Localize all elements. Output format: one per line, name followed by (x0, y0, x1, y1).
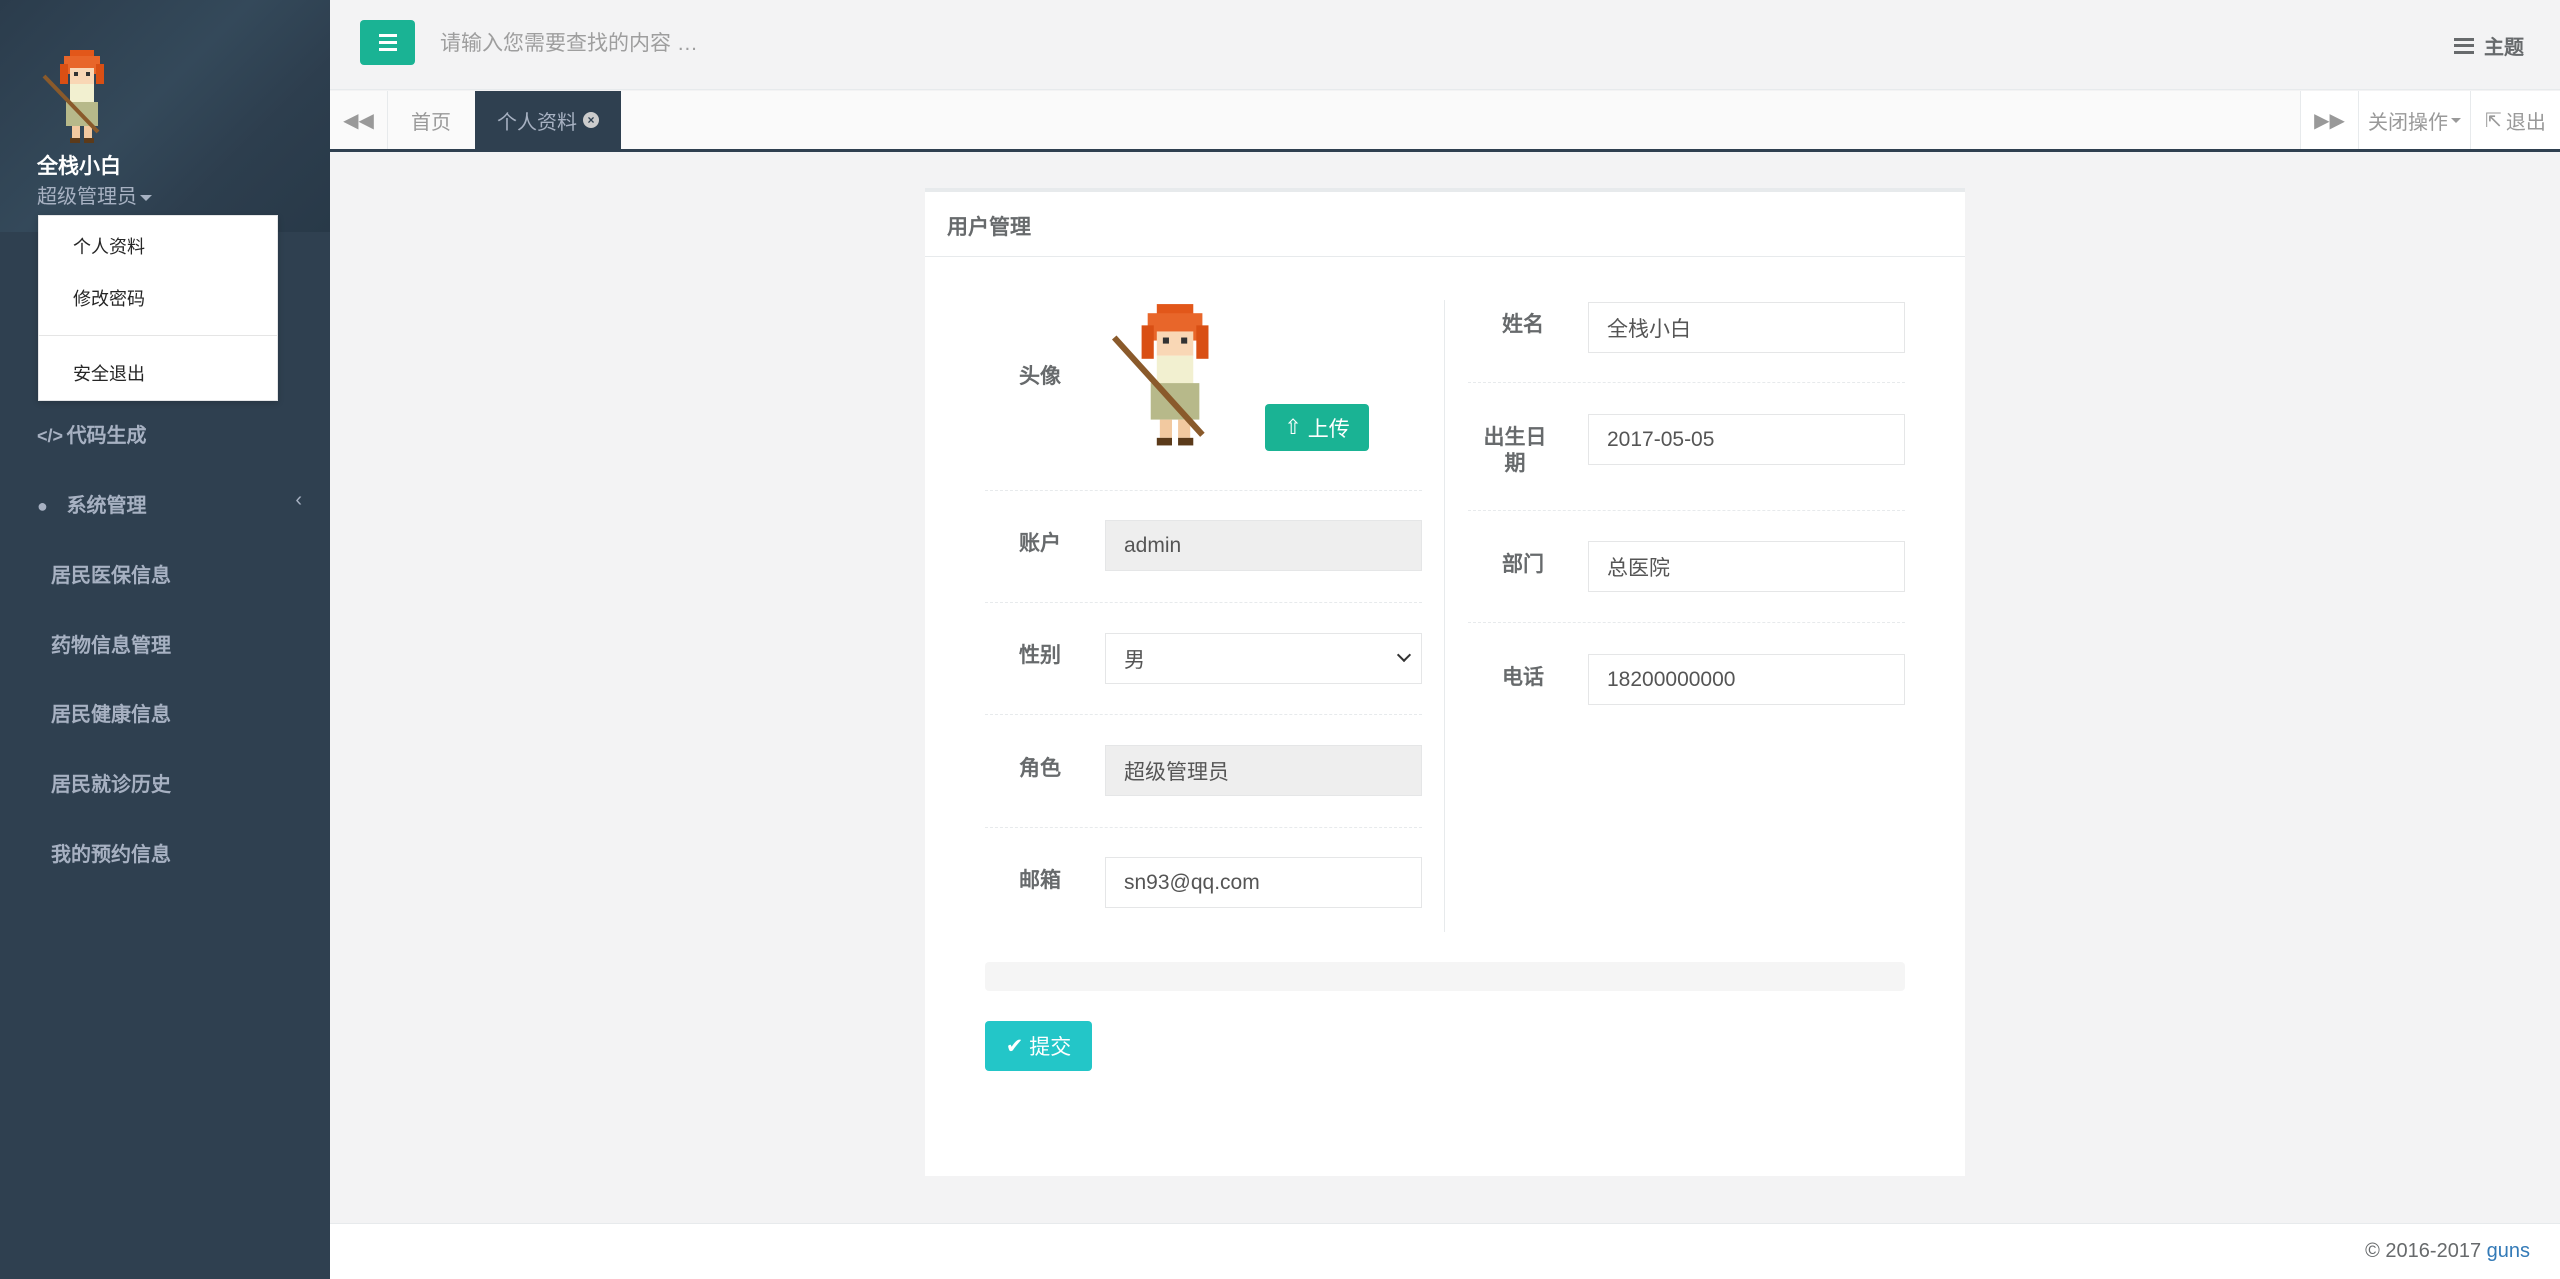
nav-item-codegen-label: 代码生成 (66, 425, 147, 447)
email-label: 邮箱 (1019, 869, 1061, 892)
sidebar-item-visit-history[interactable]: 居民就诊历史 (51, 768, 171, 797)
upload-progress-bar (985, 962, 1905, 991)
backward-icon: ◀◀ (343, 109, 374, 132)
theme-label: 主题 (2484, 37, 2524, 59)
user-icon: ● (37, 496, 48, 516)
chevron-down-icon (1396, 647, 1412, 663)
role-label: 角色 (1019, 757, 1061, 780)
gender-select[interactable]: 男 (1105, 633, 1422, 684)
close-operations-dropdown[interactable]: 关闭操作 (2358, 91, 2470, 149)
avatar-label: 头像 (1019, 365, 1061, 388)
sidebar-item-appointments[interactable]: 我的预约信息 (51, 838, 171, 867)
dropdown-item-profile[interactable]: 个人资料 (73, 233, 145, 259)
tab-home[interactable]: 首页 (389, 91, 473, 149)
nav-item-system-label: 系统管理 (66, 495, 147, 517)
name-label: 姓名 (1502, 313, 1544, 336)
birth-date-field[interactable]: 2017-05-05 (1588, 414, 1905, 465)
birth-label: 出生日期 (1483, 426, 1547, 475)
submit-button[interactable]: ✔ 提交 (985, 1021, 1092, 1071)
email-field[interactable]: sn93@qq.com (1105, 857, 1422, 908)
tab-scroll-right-button[interactable]: ▶▶ (2300, 91, 2358, 149)
check-icon: ✔ (1005, 1034, 1024, 1058)
tab-profile[interactable]: 个人资料 × (475, 91, 621, 149)
tab-tools: ▶▶ 关闭操作 ⇱ 退出 (2300, 91, 2560, 149)
account-label: 账户 (1019, 532, 1061, 555)
caret-down-icon (140, 194, 152, 201)
nav-item-codegen[interactable]: </> 代码生成 (0, 419, 330, 448)
theme-icon (2454, 37, 2474, 54)
sidebar-item-medical-insurance[interactable]: 居民医保信息 (51, 559, 171, 588)
caret-down-icon (2451, 117, 2461, 123)
account-field: admin (1105, 520, 1422, 571)
footer: © 2016-2017 guns (330, 1223, 2560, 1279)
tab-profile-label: 个人资料 (497, 111, 577, 134)
dropdown-divider (39, 335, 277, 336)
logout-button[interactable]: ⇱ 退出 (2470, 91, 2560, 149)
tab-scroll-left-button[interactable]: ◀◀ (330, 91, 388, 149)
sidebar-item-drug-info[interactable]: 药物信息管理 (51, 629, 171, 658)
logout-label: 退出 (2505, 111, 2546, 134)
role-field: 超级管理员 (1105, 745, 1422, 796)
code-icon: </> (37, 426, 64, 446)
upload-icon: ⇧ (1284, 416, 1302, 439)
avatar[interactable] (40, 46, 120, 146)
profile-name: 全栈小白 (37, 155, 121, 178)
divider (1468, 510, 1905, 511)
sidebar: 全栈小白 超级管理员 个人资料 修改密码 安全退出 </> 代码生成 ● 系统管… (0, 0, 330, 1279)
profile-header: 全栈小白 超级管理员 (0, 0, 330, 232)
copyright-text: © 2016-2017 (2365, 1240, 2482, 1262)
gender-label: 性别 (1019, 644, 1061, 667)
divider (985, 490, 1422, 491)
divider (1468, 622, 1905, 623)
nav-item-system[interactable]: ● 系统管理 ‹ (0, 489, 330, 518)
divider (985, 827, 1422, 828)
dropdown-item-change-password[interactable]: 修改密码 (73, 285, 145, 311)
upload-button[interactable]: ⇧ 上传 (1265, 404, 1369, 451)
dropdown-item-logout[interactable]: 安全退出 (73, 360, 145, 386)
close-circle-icon[interactable]: × (583, 112, 599, 128)
profile-role: 超级管理员 (37, 186, 137, 208)
sidebar-item-health-info[interactable]: 居民健康信息 (51, 698, 171, 727)
tabs-bar: ◀◀ 首页 个人资料 × ▶▶ 关闭操作 ⇱ 退出 (330, 91, 2560, 152)
upload-label: 上传 (1307, 417, 1350, 441)
profile-dropdown: 个人资料 修改密码 安全退出 (38, 215, 278, 401)
submit-label: 提交 (1029, 1036, 1072, 1059)
theme-button[interactable]: 主题 (2454, 31, 2524, 60)
divider (985, 602, 1422, 603)
forward-icon: ▶▶ (2314, 109, 2345, 132)
menu-icon (378, 34, 397, 37)
copyright: © 2016-2017 guns (2365, 1240, 2530, 1263)
chevron-left-icon: ‹ (295, 489, 302, 511)
close-operations-label: 关闭操作 (2368, 111, 2448, 134)
top-header: 主题 (330, 0, 2560, 90)
avatar-image (1111, 304, 1209, 446)
phone-field[interactable]: 18200000000 (1588, 654, 1905, 705)
name-field[interactable]: 全栈小白 (1588, 302, 1905, 353)
phone-label: 电话 (1502, 666, 1544, 689)
search-input[interactable] (440, 22, 1240, 66)
divider (1468, 382, 1905, 383)
department-field[interactable]: 总医院 (1588, 541, 1905, 592)
gender-value: 男 (1124, 648, 1145, 672)
panel-title: 用户管理 (925, 192, 1965, 257)
tab-home-label: 首页 (411, 111, 451, 134)
dept-label: 部门 (1502, 553, 1544, 576)
column-separator (1444, 300, 1445, 932)
brand-link[interactable]: guns (2487, 1240, 2530, 1262)
signout-icon: ⇱ (2485, 109, 2502, 132)
profile-role-toggle[interactable]: 超级管理员 (37, 180, 152, 209)
menu-toggle-button[interactable] (360, 20, 415, 65)
divider (985, 714, 1422, 715)
